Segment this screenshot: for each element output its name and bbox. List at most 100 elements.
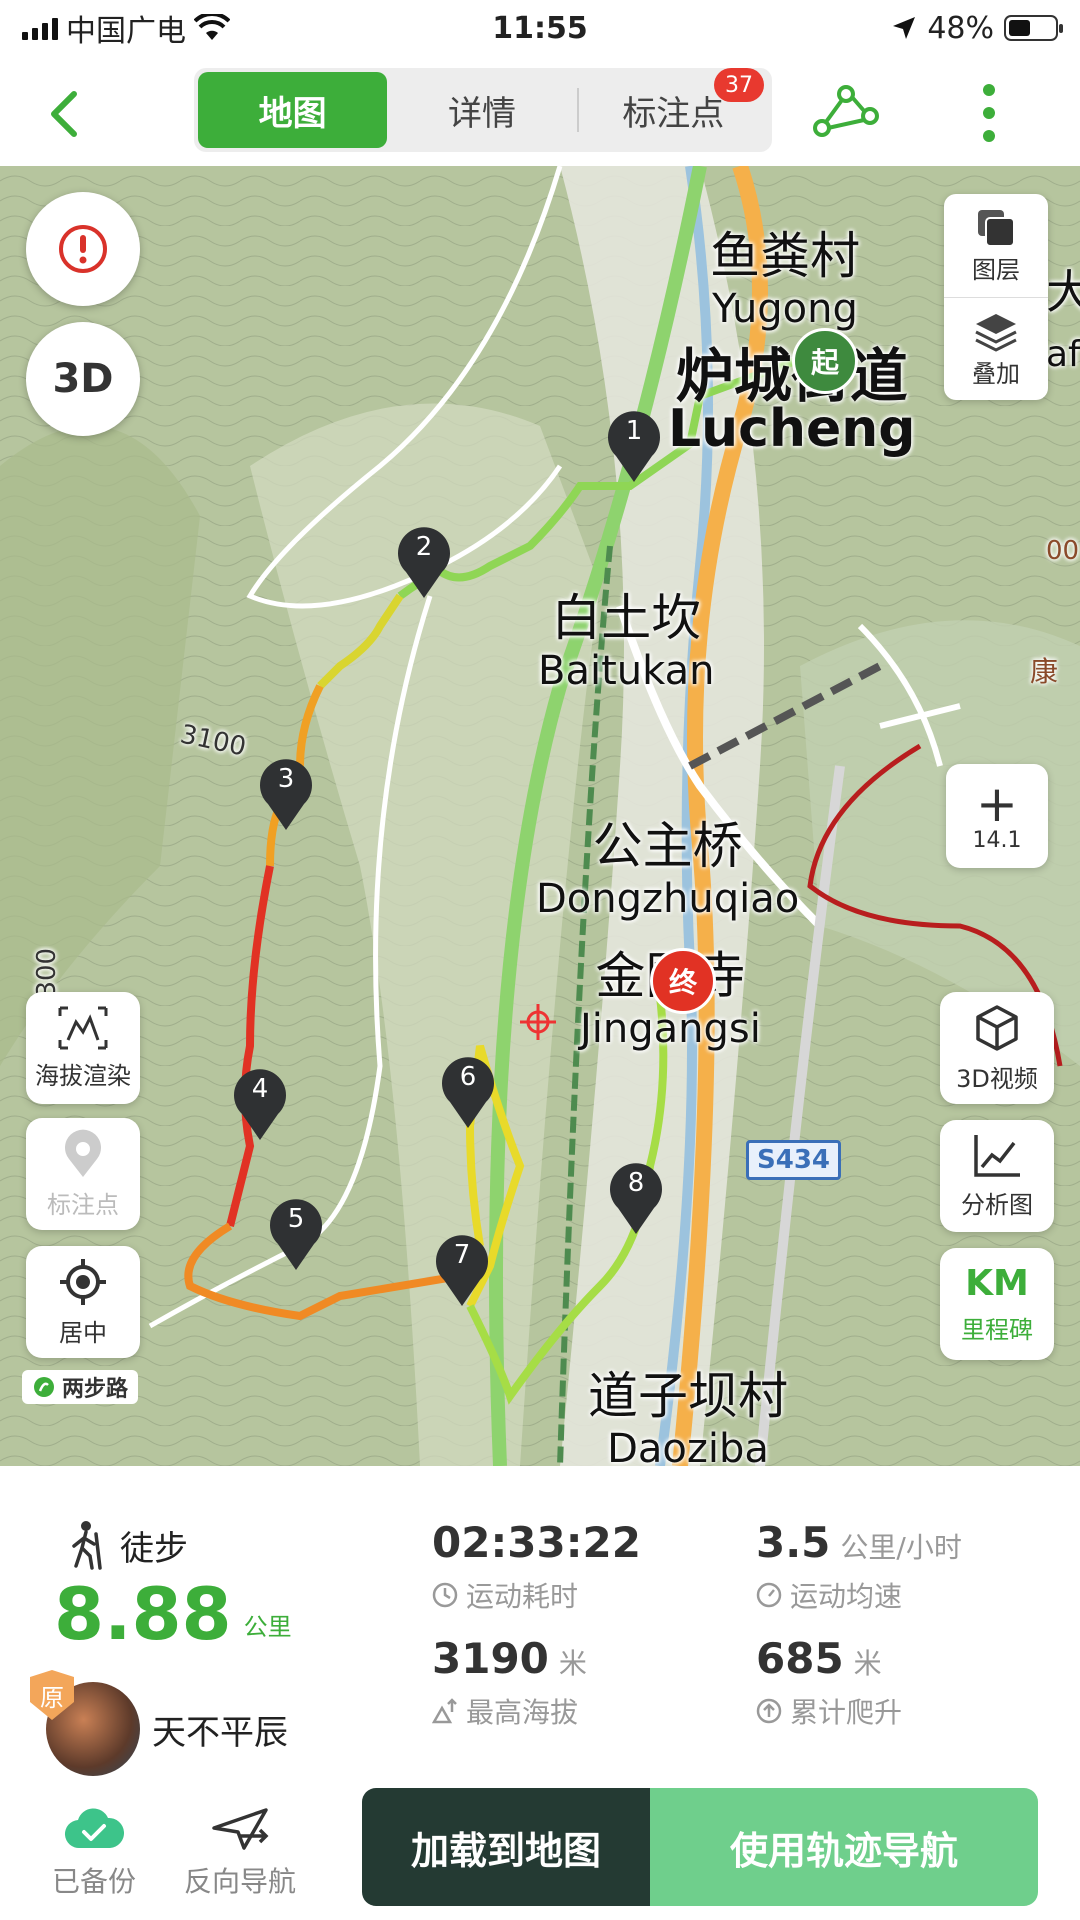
place-en: Yugong xyxy=(712,286,858,332)
layers-icon xyxy=(978,210,1015,247)
place-cn: 公主桥 xyxy=(592,817,743,875)
road-shield: S434 xyxy=(746,1140,841,1180)
tab-map[interactable]: 地图 xyxy=(198,72,388,148)
original-badge: 原 xyxy=(30,1670,74,1720)
battery-percent: 48% xyxy=(927,10,994,46)
more-icon[interactable] xyxy=(974,78,1004,148)
markers-toggle-button[interactable]: 标注点 xyxy=(26,1118,140,1230)
edge-label: 00 xyxy=(1046,536,1080,566)
zoom-button[interactable]: + 14.1 xyxy=(946,764,1048,868)
edge-label: af xyxy=(1046,334,1080,375)
layers-label: 图层 xyxy=(972,256,1020,284)
layer-panel: 图层 叠加 xyxy=(944,194,1048,400)
crosshair-icon xyxy=(60,1258,106,1305)
place-en: Baitukan xyxy=(538,648,715,694)
place-label: 鱼粪村 Yugong xyxy=(710,226,860,332)
end-marker[interactable]: 终 xyxy=(650,948,716,1014)
route-share-icon[interactable] xyxy=(810,82,880,142)
markers-count-badge: 37 xyxy=(713,68,764,102)
milestone-button[interactable]: KM 里程碑 xyxy=(940,1248,1054,1360)
three-d-button[interactable]: 3D xyxy=(26,322,140,436)
plus-icon: + xyxy=(976,774,1018,833)
warning-icon xyxy=(59,225,107,273)
wifi-icon xyxy=(194,14,230,40)
bottom-bar: 已备份 反向导航 加载到地图 使用轨迹导航 xyxy=(0,1786,1080,1920)
climb-unit: 米 xyxy=(853,1647,882,1680)
waypoint-pin[interactable]: 1 xyxy=(604,410,664,484)
status-left: 中国广电 xyxy=(22,6,230,50)
waypoint-pin[interactable]: 2 xyxy=(394,526,454,600)
place-en: Daoziba xyxy=(607,1426,769,1466)
waypoint-number: 8 xyxy=(627,1168,645,1198)
tab-details[interactable]: 详情 xyxy=(387,72,576,148)
place-label: 道子坝村 Daoziba xyxy=(588,1366,788,1466)
signal-icon xyxy=(22,16,58,40)
video-3d-label: 3D视频 xyxy=(956,1064,1038,1093)
view-tabs: 地图 详情 标注点 37 xyxy=(194,68,772,152)
waypoint-pin[interactable]: 5 xyxy=(266,1198,326,1272)
carrier-label: 中国广电 xyxy=(66,14,186,49)
start-marker[interactable]: 起 xyxy=(792,328,858,394)
line-chart-icon xyxy=(974,1134,1020,1177)
alert-button[interactable] xyxy=(26,192,140,306)
track-navigation-button[interactable]: 使用轨迹导航 xyxy=(650,1788,1038,1906)
waypoint-pin[interactable]: 6 xyxy=(438,1056,498,1130)
waypoint-pin[interactable]: 4 xyxy=(230,1068,290,1142)
status-bar: 中国广电 11:55 48% xyxy=(0,0,1080,56)
map-view[interactable]: 鱼粪村 Yugong 炉城街道 Lucheng 白土坎 Baitukan 公主桥 Don… xyxy=(0,166,1080,1466)
reverse-nav-button[interactable]: 反向导航 xyxy=(180,1806,300,1900)
layers-button[interactable]: 图层 xyxy=(944,194,1048,297)
waypoint-number: 3 xyxy=(277,764,295,794)
distance-value: 8.88 xyxy=(54,1572,232,1656)
clock-icon xyxy=(432,1582,458,1608)
waypoint-pin[interactable]: 7 xyxy=(432,1234,492,1308)
brand-logo: 两步路 xyxy=(22,1370,139,1404)
speed-label: 运动均速 xyxy=(790,1580,903,1613)
speed-stat: 3.5 公里/小时 运动均速 xyxy=(756,1518,962,1615)
cube-icon xyxy=(976,1004,1018,1051)
climb-value: 685 xyxy=(756,1634,844,1683)
elevation-render-button[interactable]: 海拔渲染 xyxy=(26,992,140,1104)
elevation-render-label: 海拔渲染 xyxy=(35,1061,131,1090)
avatar[interactable]: 原 xyxy=(30,1670,140,1776)
cloud-check-icon xyxy=(64,1808,124,1849)
overlay-button[interactable]: 叠加 xyxy=(944,297,1048,400)
milestone-label: 里程碑 xyxy=(961,1316,1033,1344)
place-en: Jingangsi xyxy=(580,1006,761,1052)
tab-markers[interactable]: 标注点 37 xyxy=(579,68,768,148)
brand-name: 两步路 xyxy=(62,1377,129,1402)
stack-icon xyxy=(975,313,1017,352)
duration-value: 02:33:22 xyxy=(432,1518,641,1567)
battery-fill xyxy=(1009,20,1031,36)
waypoint-pin[interactable]: 3 xyxy=(256,758,316,832)
backup-label: 已备份 xyxy=(51,1865,136,1898)
three-d-icon: 3D xyxy=(52,356,114,402)
author[interactable]: 原 天不平辰 xyxy=(30,1670,288,1776)
action-buttons: 加载到地图 使用轨迹导航 xyxy=(362,1788,1038,1906)
waypoint-number: 7 xyxy=(453,1240,471,1270)
video-3d-button[interactable]: 3D视频 xyxy=(940,992,1054,1104)
climb-label: 累计爬升 xyxy=(790,1696,903,1729)
place-label: 白土坎 Baitukan xyxy=(538,588,714,694)
milestone-km: KM xyxy=(965,1263,1029,1304)
climb-stat: 685 米 累计爬升 xyxy=(756,1634,902,1731)
waypoint-pin[interactable]: 8 xyxy=(606,1162,666,1236)
analysis-label: 分析图 xyxy=(961,1190,1033,1219)
altitude-icon xyxy=(432,1698,457,1724)
place-cn: 鱼粪村 xyxy=(710,227,860,285)
place-en: Dongzhuqiao xyxy=(536,876,800,922)
backup-status[interactable]: 已备份 xyxy=(34,1806,154,1900)
waypoint-number: 2 xyxy=(415,532,433,562)
waypoint-number: 6 xyxy=(459,1062,477,1092)
distance: 8.88 公里 xyxy=(54,1574,292,1654)
sport-label: 徒步 xyxy=(120,1528,188,1569)
sport-type: 徒步 xyxy=(66,1520,188,1570)
reverse-nav-label: 反向导航 xyxy=(183,1865,296,1898)
duration-label: 运动耗时 xyxy=(466,1580,579,1613)
back-icon[interactable] xyxy=(40,84,90,144)
center-button[interactable]: 居中 xyxy=(26,1246,140,1358)
speed-unit: 公里/小时 xyxy=(840,1531,962,1564)
edge-label: 大 xyxy=(1046,265,1080,319)
analysis-button[interactable]: 分析图 xyxy=(940,1120,1054,1232)
load-to-map-button[interactable]: 加载到地图 xyxy=(362,1788,650,1906)
